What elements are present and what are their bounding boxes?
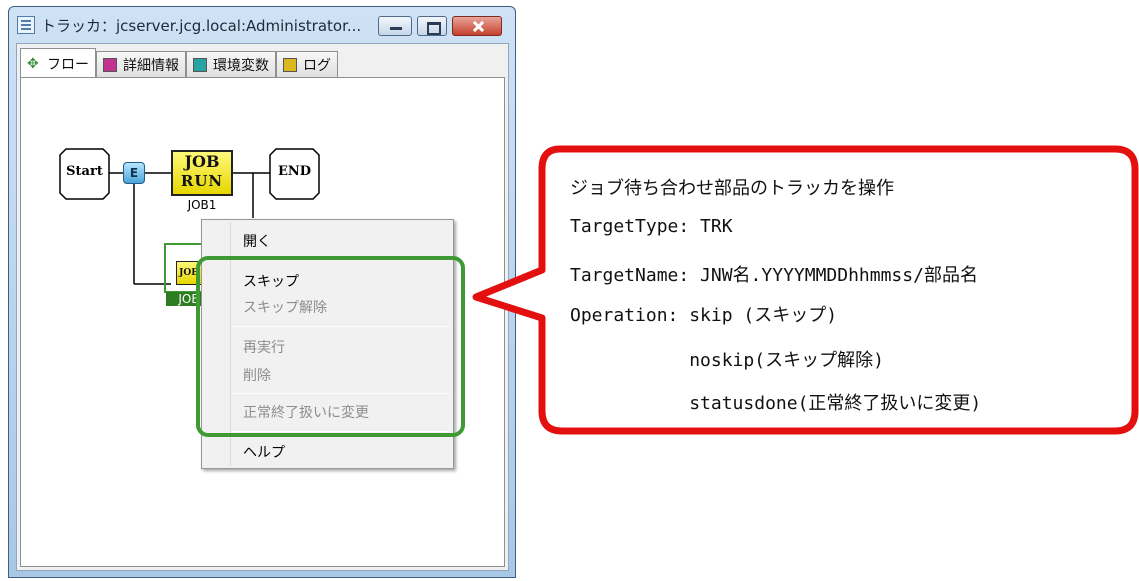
wait-icon[interactable]: E <box>123 162 145 184</box>
menu-item-help[interactable]: ヘルプ <box>243 442 285 462</box>
window-title: トラッカ：jcserver.jcg.local:Administrator... <box>41 17 362 35</box>
tab-log-label: ログ <box>303 57 331 74</box>
callout-heading: ジョブ待ち合わせ部品のトラッカを操作 <box>570 178 894 199</box>
minimize-button[interactable] <box>378 16 412 36</box>
flow-icon: ✥ <box>27 55 39 72</box>
log-icon <box>283 57 297 72</box>
job1-icon-top: JOB <box>184 152 220 171</box>
callout-line-operation: Operation: skip (スキップ) <box>570 305 838 326</box>
tab-flow-label: フロー <box>47 56 89 73</box>
callout-line-statusdone: statusdone(正常終了扱いに変更) <box>570 393 982 414</box>
job1-label: JOB1 <box>187 198 217 212</box>
maximize-button[interactable] <box>417 16 447 36</box>
tab-bar: ✥ フロー 詳細情報 環境変数 ログ <box>20 48 338 78</box>
job1-icon-bottom: RUN <box>180 172 224 190</box>
tab-detail[interactable]: 詳細情報 <box>96 51 186 77</box>
detail-icon <box>103 57 117 72</box>
tab-env-label: 環境変数 <box>213 57 269 74</box>
tab-env[interactable]: 環境変数 <box>186 51 276 77</box>
tab-flow[interactable]: ✥ フロー <box>20 48 96 78</box>
app-icon <box>17 16 35 34</box>
tab-detail-label: 詳細情報 <box>123 57 179 74</box>
start-node[interactable]: Start <box>60 164 109 179</box>
callout-line-noskip: noskip(スキップ解除) <box>570 350 884 371</box>
env-icon <box>193 57 207 72</box>
callout-line-target-name: TargetName: JNW名.YYYYMMDDhhmmss/部品名 <box>570 265 978 286</box>
tab-log[interactable]: ログ <box>276 51 338 77</box>
job1-node[interactable]: JOB RUN <box>171 150 233 196</box>
menu-item-open[interactable]: 開く <box>243 231 271 251</box>
title-bar[interactable]: トラッカ：jcserver.jcg.local:Administrator... <box>9 7 515 41</box>
callout-line-target-type: TargetType: TRK <box>570 216 733 237</box>
end-node[interactable]: END <box>270 164 319 179</box>
highlight-box <box>196 256 465 437</box>
close-button[interactable] <box>452 16 502 36</box>
